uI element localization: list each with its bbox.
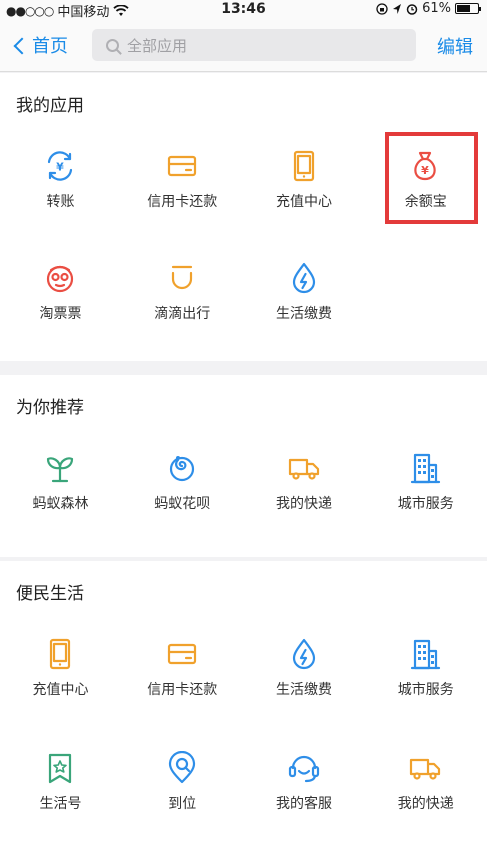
credit-card-icon	[167, 155, 196, 177]
utility-drop-icon	[292, 638, 315, 670]
city-building-icon	[411, 639, 441, 670]
chevron-left-icon	[13, 37, 31, 54]
app-item[interactable]: 充值中心	[244, 135, 365, 247]
app-item[interactable]: 淘票票	[0, 247, 121, 359]
app-item[interactable]: 我的快递	[365, 737, 486, 849]
app-label: 生活号	[39, 796, 82, 812]
rotation-lock-icon	[376, 2, 388, 15]
app-label: 淘票票	[39, 306, 82, 322]
section-recommended: 为你推荐 蚂蚁森林 蚂蚁花呗 我的快递 城市服务	[0, 375, 487, 557]
app-label: 我的快递	[276, 496, 332, 512]
location-pin-icon	[168, 751, 195, 784]
app-label: 信用卡还款	[147, 194, 218, 210]
huabei-icon	[169, 456, 194, 482]
phone-recharge-icon	[49, 638, 71, 670]
app-label: 我的客服	[276, 796, 332, 812]
app-label: 生活缴费	[276, 306, 332, 322]
utility-drop-icon	[292, 262, 315, 294]
app-item[interactable]: 充值中心	[0, 623, 121, 735]
sprout-icon	[46, 457, 74, 483]
app-label: 生活缴费	[276, 682, 332, 698]
status-bar: ●●○○○ 中国移动 13:46 61%	[0, 0, 487, 20]
search-input[interactable]: 全部应用	[92, 29, 416, 61]
app-item[interactable]: 滴滴出行	[122, 247, 243, 359]
transfer-icon: ¥	[47, 151, 73, 181]
location-arrow-icon	[393, 3, 402, 14]
app-label: 转账	[46, 194, 75, 210]
truck-icon	[410, 758, 441, 780]
navigation-bar: 首页 全部应用 编辑	[0, 20, 487, 72]
taopiaopiao-icon	[46, 265, 74, 293]
search-icon	[106, 38, 119, 52]
app-label: 城市服务	[397, 496, 454, 512]
bookmark-star-icon	[48, 753, 72, 784]
app-item[interactable]: ¥ 转账	[0, 135, 121, 247]
section-convenience: 便民生活 充值中心 信用卡还款 生活缴费 城市服务生活号 到位 我的客服 我的快递	[0, 561, 487, 858]
app-item[interactable]: 蚂蚁森林	[0, 437, 121, 549]
didi-icon	[171, 265, 192, 290]
app-item[interactable]: 蚂蚁花呗	[122, 437, 243, 549]
svg-text:¥: ¥	[56, 161, 64, 174]
app-item[interactable]: 生活缴费	[244, 247, 365, 359]
section-title: 便民生活	[16, 584, 84, 604]
customer-service-icon	[288, 755, 319, 783]
city-building-icon	[411, 453, 441, 484]
app-label: 到位	[168, 796, 197, 812]
app-item[interactable]: 信用卡还款	[122, 623, 243, 735]
section-title: 为你推荐	[16, 398, 84, 418]
app-item[interactable]: 生活缴费	[244, 623, 365, 735]
battery-level	[457, 5, 470, 12]
battery-percent: 61%	[422, 1, 451, 16]
phone-recharge-icon	[293, 150, 314, 182]
app-label: 充值中心	[32, 682, 89, 698]
search-placeholder: 全部应用	[127, 36, 188, 55]
app-label: 滴滴出行	[154, 306, 211, 322]
app-item[interactable]: 生活号	[0, 737, 121, 849]
highlight-box	[385, 132, 478, 224]
app-label: 充值中心	[276, 194, 332, 210]
app-label: 蚂蚁森林	[32, 496, 89, 512]
app-item[interactable]: 城市服务	[365, 623, 486, 735]
app-item[interactable]: 信用卡还款	[122, 135, 243, 247]
credit-card-icon	[167, 643, 196, 665]
section-title: 我的应用	[16, 96, 84, 116]
app-label: 信用卡还款	[147, 682, 218, 698]
app-item[interactable]: 到位	[122, 737, 243, 849]
app-label: 城市服务	[397, 682, 454, 698]
back-label: 首页	[32, 36, 68, 57]
app-item[interactable]: 我的快递	[244, 437, 365, 549]
back-button[interactable]: 首页	[13, 32, 68, 58]
app-label: 我的快递	[397, 796, 454, 812]
app-item[interactable]: 我的客服	[244, 737, 365, 849]
truck-icon	[288, 458, 319, 480]
alarm-icon	[406, 3, 418, 15]
battery-icon	[455, 3, 481, 14]
app-label: 蚂蚁花呗	[154, 496, 211, 512]
app-item[interactable]: 城市服务	[365, 437, 486, 549]
edit-button[interactable]: 编辑	[437, 33, 473, 59]
